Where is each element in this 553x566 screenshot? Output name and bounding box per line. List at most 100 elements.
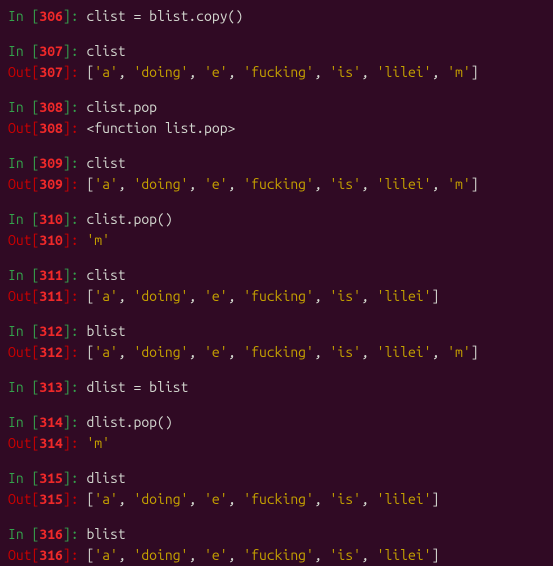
input-line[interactable]: In [309]: clist <box>8 153 545 174</box>
prompt-number: 311 <box>39 288 63 304</box>
cell: In [315]: dlistOut[315]: ['a', 'doing', … <box>8 468 545 510</box>
out-bracket-close: ]: <box>63 288 87 304</box>
in-label: In [ <box>8 414 39 430</box>
input-line[interactable]: In [307]: clist <box>8 41 545 62</box>
in-label: In [ <box>8 526 39 542</box>
in-bracket-close: ]: <box>63 470 87 486</box>
prompt-number: 308 <box>39 99 63 115</box>
out-label: Out[ <box>8 435 39 451</box>
out-label: Out[ <box>8 176 39 192</box>
out-label: Out[ <box>8 232 39 248</box>
in-label: In [ <box>8 267 39 283</box>
input-code: blist <box>86 323 125 339</box>
out-label: Out[ <box>8 344 39 360</box>
prompt-number: 315 <box>39 491 63 507</box>
prompt-number: 308 <box>39 120 63 136</box>
out-label: Out[ <box>8 288 39 304</box>
input-code: clist.pop <box>86 99 157 115</box>
out-bracket-close: ]: <box>63 232 87 248</box>
prompt-number: 306 <box>39 8 63 24</box>
prompt-number: 307 <box>39 64 63 80</box>
prompt-number: 314 <box>39 414 63 430</box>
prompt-number: 314 <box>39 435 63 451</box>
out-label: Out[ <box>8 64 39 80</box>
in-bracket-close: ]: <box>63 414 87 430</box>
prompt-number: 316 <box>39 547 63 563</box>
in-label: In [ <box>8 323 39 339</box>
input-code: blist <box>86 526 125 542</box>
input-code: dlist.pop() <box>86 414 172 430</box>
ipython-terminal[interactable]: In [306]: clist = blist.copy()In [307]: … <box>8 6 545 566</box>
prompt-number: 313 <box>39 379 63 395</box>
in-bracket-close: ]: <box>63 8 87 24</box>
cell: In [312]: blistOut[312]: ['a', 'doing', … <box>8 321 545 363</box>
out-bracket-close: ]: <box>63 547 87 563</box>
input-code: dlist = blist <box>86 379 188 395</box>
out-bracket-close: ]: <box>63 120 87 136</box>
prompt-number: 311 <box>39 267 63 283</box>
out-bracket-close: ]: <box>63 176 87 192</box>
output-line: Out[312]: ['a', 'doing', 'e', 'fucking',… <box>8 342 545 363</box>
input-line[interactable]: In [312]: blist <box>8 321 545 342</box>
cell: In [309]: clistOut[309]: ['a', 'doing', … <box>8 153 545 195</box>
input-line[interactable]: In [308]: clist.pop <box>8 97 545 118</box>
in-label: In [ <box>8 470 39 486</box>
output-line: Out[309]: ['a', 'doing', 'e', 'fucking',… <box>8 174 545 195</box>
input-code: clist = blist.copy() <box>86 8 243 24</box>
cell: In [306]: clist = blist.copy() <box>8 6 545 27</box>
prompt-number: 309 <box>39 176 63 192</box>
prompt-number: 312 <box>39 323 63 339</box>
input-line[interactable]: In [314]: dlist.pop() <box>8 412 545 433</box>
in-bracket-close: ]: <box>63 526 87 542</box>
prompt-number: 307 <box>39 43 63 59</box>
output-line: Out[307]: ['a', 'doing', 'e', 'fucking',… <box>8 62 545 83</box>
in-bracket-close: ]: <box>63 43 87 59</box>
input-line[interactable]: In [316]: blist <box>8 524 545 545</box>
out-label: Out[ <box>8 491 39 507</box>
input-code: clist <box>86 155 125 171</box>
in-label: In [ <box>8 8 39 24</box>
input-code: clist <box>86 267 125 283</box>
prompt-number: 310 <box>39 232 63 248</box>
input-code: clist.pop() <box>86 211 172 227</box>
in-label: In [ <box>8 211 39 227</box>
in-label: In [ <box>8 155 39 171</box>
input-line[interactable]: In [310]: clist.pop() <box>8 209 545 230</box>
cell: In [311]: clistOut[311]: ['a', 'doing', … <box>8 265 545 307</box>
cell: In [308]: clist.popOut[308]: <function l… <box>8 97 545 139</box>
output-line: Out[311]: ['a', 'doing', 'e', 'fucking',… <box>8 286 545 307</box>
out-bracket-close: ]: <box>63 435 87 451</box>
in-bracket-close: ]: <box>63 379 87 395</box>
prompt-number: 310 <box>39 211 63 227</box>
prompt-number: 315 <box>39 470 63 486</box>
in-bracket-close: ]: <box>63 155 87 171</box>
output-line: Out[316]: ['a', 'doing', 'e', 'fucking',… <box>8 545 545 566</box>
cell: In [310]: clist.pop()Out[310]: 'm' <box>8 209 545 251</box>
prompt-number: 309 <box>39 155 63 171</box>
output-line: Out[314]: 'm' <box>8 433 545 454</box>
input-line[interactable]: In [311]: clist <box>8 265 545 286</box>
input-code: clist <box>86 43 125 59</box>
input-line[interactable]: In [313]: dlist = blist <box>8 377 545 398</box>
output-line: Out[308]: <function list.pop> <box>8 118 545 139</box>
cell: In [313]: dlist = blist <box>8 377 545 398</box>
in-bracket-close: ]: <box>63 267 87 283</box>
input-line[interactable]: In [306]: clist = blist.copy() <box>8 6 545 27</box>
cell: In [307]: clistOut[307]: ['a', 'doing', … <box>8 41 545 83</box>
out-label: Out[ <box>8 120 39 136</box>
in-bracket-close: ]: <box>63 211 87 227</box>
output-line: Out[310]: 'm' <box>8 230 545 251</box>
cell: In [316]: blistOut[316]: ['a', 'doing', … <box>8 524 545 566</box>
in-label: In [ <box>8 99 39 115</box>
input-line[interactable]: In [315]: dlist <box>8 468 545 489</box>
in-bracket-close: ]: <box>63 99 87 115</box>
cell: In [314]: dlist.pop()Out[314]: 'm' <box>8 412 545 454</box>
prompt-number: 316 <box>39 526 63 542</box>
input-code: dlist <box>86 470 125 486</box>
in-label: In [ <box>8 43 39 59</box>
out-bracket-close: ]: <box>63 344 87 360</box>
out-bracket-close: ]: <box>63 64 87 80</box>
prompt-number: 312 <box>39 344 63 360</box>
out-bracket-close: ]: <box>63 491 87 507</box>
out-label: Out[ <box>8 547 39 563</box>
